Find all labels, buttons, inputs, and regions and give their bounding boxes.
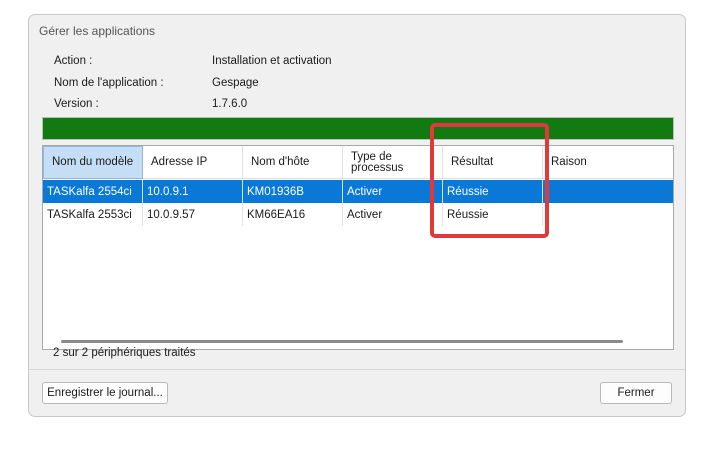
column-header-model[interactable]: Nom du modèle	[43, 146, 143, 179]
cell-ip: 10.0.9.1	[143, 180, 243, 203]
list-header: Nom du modèle Adresse IP Nom d'hôte Type…	[43, 146, 673, 179]
cell-ip: 10.0.9.57	[143, 203, 243, 226]
column-header-ip[interactable]: Adresse IP	[143, 146, 243, 179]
dialog-title: Gérer les applications	[39, 24, 156, 38]
action-label: Action :	[54, 55, 93, 67]
cell-model: TASKalfa 2553ci	[43, 203, 143, 226]
column-header-label: Type de processus	[351, 150, 404, 174]
column-header-process-type[interactable]: Type de processus	[343, 146, 443, 179]
progress-bar-fill	[43, 118, 673, 139]
cell-process-type: Activer	[343, 203, 443, 226]
version-label: Version :	[54, 98, 99, 110]
cell-reason	[543, 203, 675, 226]
cell-process-type: Activer	[343, 180, 443, 203]
horizontal-scrollbar[interactable]	[61, 340, 623, 343]
result-column-highlight	[430, 123, 549, 238]
app-name-label: Nom de l'application :	[54, 77, 164, 89]
progress-bar	[42, 117, 674, 140]
cell-hostname: KM66EA16	[243, 203, 343, 226]
column-header-hostname[interactable]: Nom d'hôte	[243, 146, 343, 179]
title-bar: Gérer les applications	[29, 15, 685, 45]
column-header-label: Nom du modèle	[52, 156, 134, 168]
footer-divider	[29, 369, 685, 370]
save-log-button[interactable]: Enregistrer le journal...	[42, 382, 168, 404]
close-button[interactable]: Fermer	[600, 382, 672, 404]
table-row[interactable]: TASKalfa 2554ci 10.0.9.1 KM01936B Active…	[43, 180, 673, 203]
status-text: 2 sur 2 périphériques traités	[53, 347, 196, 359]
app-name-value: Gespage	[212, 77, 259, 89]
column-header-label: Adresse IP	[151, 156, 208, 168]
manage-applications-dialog: Gérer les applications Action : Installa…	[28, 14, 686, 417]
table-row[interactable]: TASKalfa 2553ci 10.0.9.57 KM66EA16 Activ…	[43, 203, 673, 226]
column-header-label: Nom d'hôte	[251, 156, 310, 168]
device-list[interactable]: Nom du modèle Adresse IP Nom d'hôte Type…	[42, 145, 674, 350]
version-value: 1.7.6.0	[212, 98, 248, 110]
cell-model: TASKalfa 2554ci	[43, 180, 143, 203]
cell-hostname: KM01936B	[243, 180, 343, 203]
column-header-reason[interactable]: Raison	[543, 146, 675, 179]
column-header-label: Raison	[551, 156, 587, 168]
cell-reason	[543, 180, 675, 203]
action-value: Installation et activation	[212, 55, 332, 67]
